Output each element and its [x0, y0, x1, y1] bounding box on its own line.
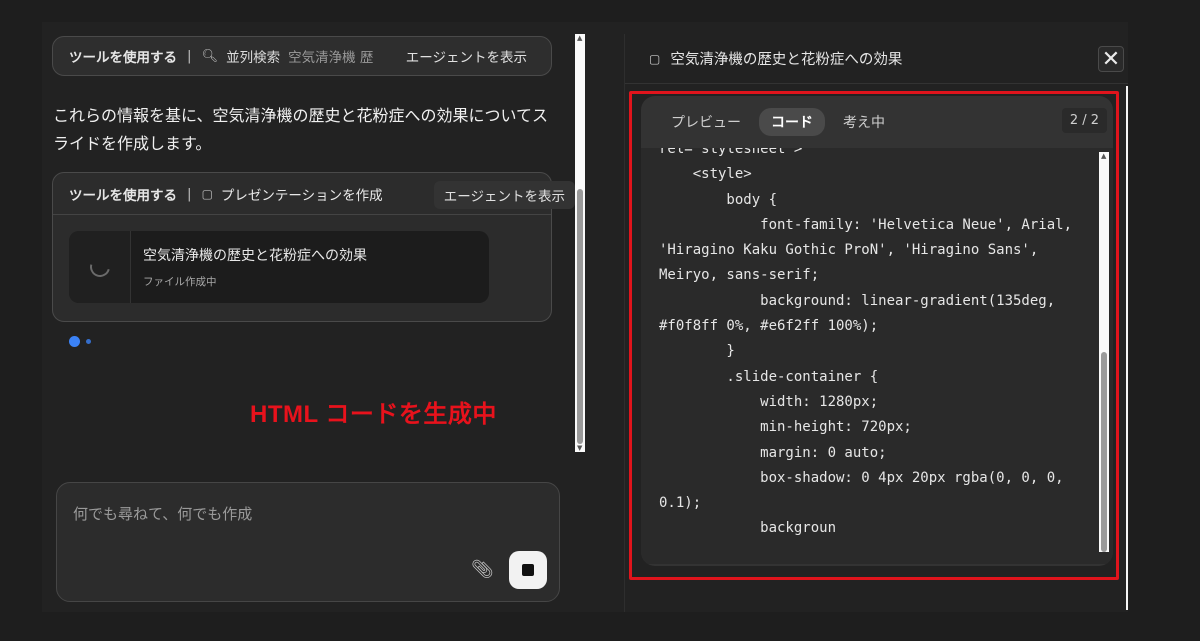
loading-spinner-box: [69, 231, 131, 303]
chat-scrollbar[interactable]: ▲ ▼: [575, 34, 585, 452]
typing-dot: [86, 339, 91, 344]
search-tool-pill[interactable]: ツールを使用する | 🔍︎ 並列検索 空気清浄機 歴 エージェントを表示: [52, 36, 552, 76]
stop-icon: [522, 564, 534, 576]
annotation-label: HTML コードを生成中: [250, 401, 497, 428]
panel-title: 空気清浄機の歴史と花粉症への効果: [670, 52, 903, 68]
tool-name: 並列検索: [226, 50, 281, 66]
assistant-message: これらの情報を基に、空気清浄機の歴史と花粉症への効果についてスライドを作成します…: [53, 106, 549, 153]
message-composer[interactable]: 何でも尋ねて、何でも作成 📎︎: [56, 482, 560, 602]
file-title: 空気清浄機の歴史と花粉症への効果: [143, 248, 367, 264]
paperclip-icon[interactable]: 📎︎: [471, 559, 494, 580]
separator: |: [187, 185, 192, 202]
stop-button[interactable]: [509, 551, 547, 589]
typing-dot: [69, 336, 80, 347]
chat-column: ツールを使用する | 🔍︎ 並列検索 空気清浄機 歴 エージェントを表示 これら…: [42, 22, 587, 457]
panel-edge: [1126, 86, 1128, 610]
search-query: 空気清浄機 歴: [288, 50, 374, 66]
file-status: ファイル作成中: [143, 276, 217, 288]
tool-label: ツールを使用する: [69, 187, 177, 204]
app-window: ツールを使用する | 🔍︎ 並列検索 空気清浄機 歴 エージェントを表示 これら…: [42, 22, 1128, 612]
loading-spinner-icon: [85, 253, 114, 281]
scroll-up-icon[interactable]: ▲: [577, 34, 582, 42]
show-agent-button[interactable]: エージェントを表示: [398, 42, 535, 70]
tool-label: ツールを使用する: [69, 50, 177, 66]
presentation-tool-card: ツールを使用する | ▢ プレゼンテーションを作成 エージェントを表示 空気清浄…: [52, 172, 575, 322]
file-item[interactable]: 空気清浄機の歴史と花粉症への効果 ファイル作成中: [69, 231, 489, 303]
tool-card-header[interactable]: ツールを使用する | ▢ プレゼンテーションを作成 エージェントを表示: [53, 173, 575, 215]
scroll-down-icon[interactable]: ▼: [577, 444, 582, 452]
tool-name: プレゼンテーションを作成: [220, 187, 383, 204]
close-button[interactable]: ✕: [1098, 46, 1124, 72]
presentation-icon: ▢: [649, 51, 661, 66]
presentation-icon: ▢: [201, 186, 213, 201]
separator: |: [187, 48, 192, 64]
panel-header: ▢ 空気清浄機の歴史と花粉症への効果 ✕: [625, 34, 1128, 84]
show-agent-button[interactable]: エージェントを表示: [433, 181, 575, 209]
scrollbar-thumb[interactable]: [577, 189, 583, 444]
close-icon: ✕: [1101, 46, 1121, 72]
artifact-panel: ▢ 空気清浄機の歴史と花粉症への効果 ✕ プレビュー コード 考え中 2 / 2…: [624, 34, 1128, 612]
typing-indicator: [69, 336, 91, 347]
composer-input[interactable]: 何でも尋ねて、何でも作成: [73, 503, 252, 524]
highlight-frame: [629, 91, 1119, 580]
search-icon: 🔍︎: [201, 48, 219, 64]
